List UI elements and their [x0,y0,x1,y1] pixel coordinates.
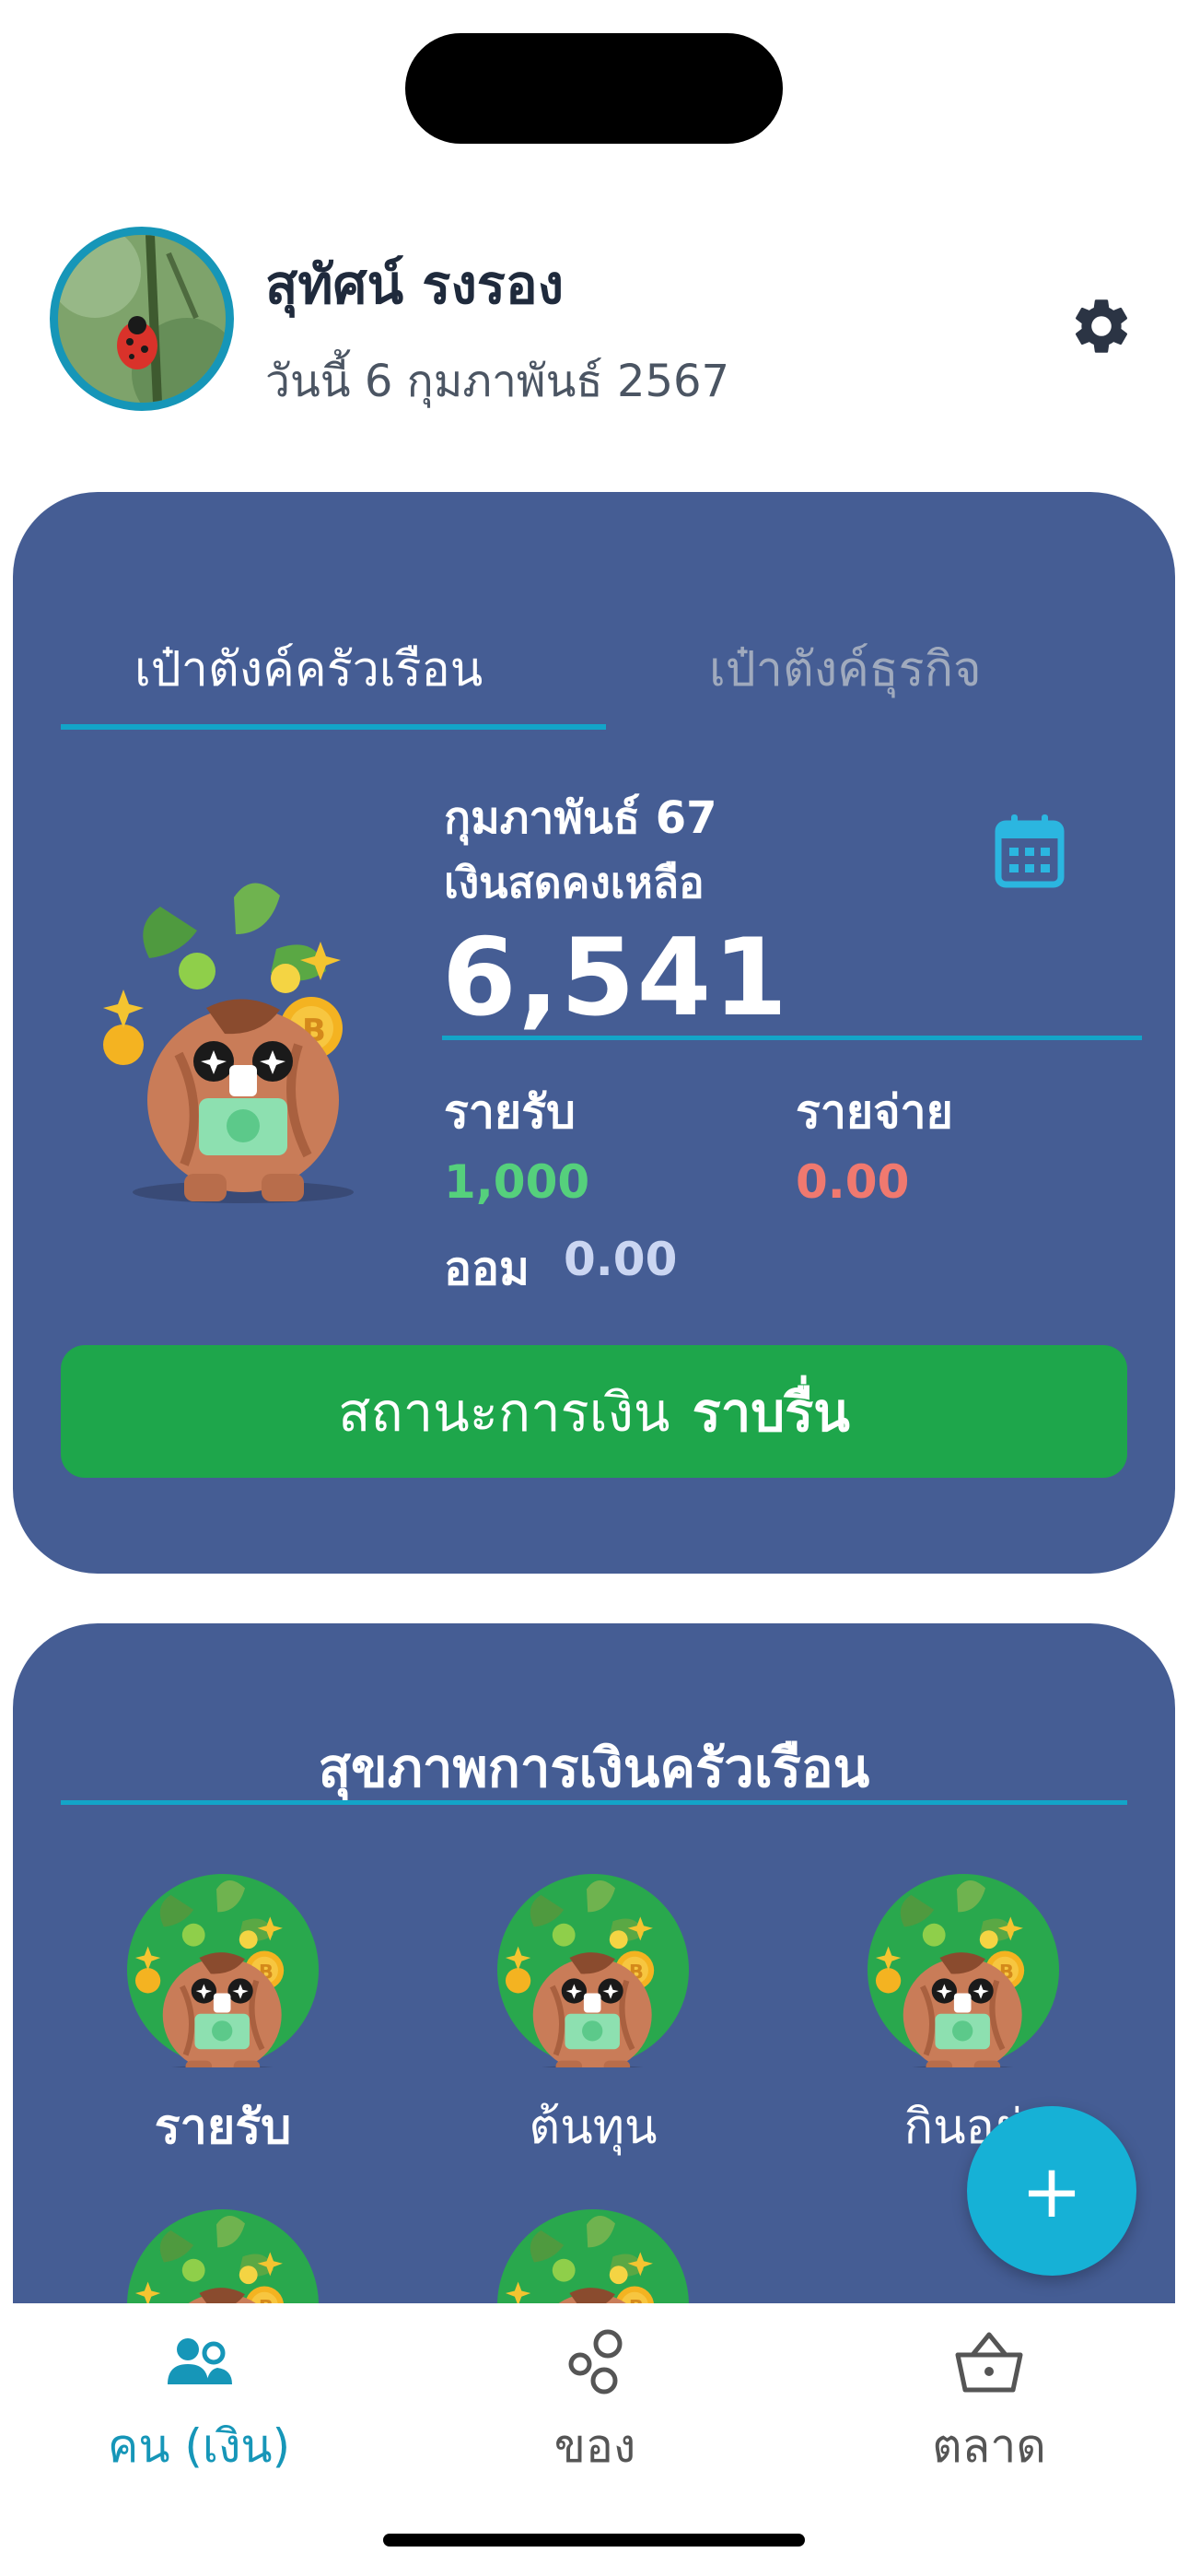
circles-icon [568,2329,623,2395]
income-value: 1,000 [444,1155,590,1209]
money-pot-mascot-icon [96,870,390,1220]
tab-business-wallet[interactable]: เป๋าตังค์ธุรกิจ [709,630,982,707]
health-label: ต้นทุน [529,2100,658,2155]
home-indicator [383,2534,805,2547]
expense-label: รายจ่าย [796,1085,953,1139]
status-prefix: สถานะการเงิน [338,1380,670,1444]
nav-item-goods[interactable]: ของ [457,2324,733,2483]
nav-item-market[interactable]: ตลาด [851,2324,1127,2483]
nav-item-people[interactable]: คน (เงิน) [61,2324,337,2483]
financial-status-button[interactable]: สถานะการเงิน ราบรื่น [61,1345,1127,1478]
nav-label: ตลาด [932,2419,1046,2473]
user-name: สุทัศน์ รงรอง [265,253,565,316]
nav-label: คน (เงิน) [107,2419,291,2473]
plus-icon: + [1020,2148,1083,2234]
calendar-icon[interactable] [995,813,1065,888]
health-title: สุขภาพการเงินครัวเรือน [318,1737,870,1799]
balance-label: เงินสดคงเหลือ [444,858,705,907]
health-item-income[interactable]: รายรับ [103,1872,343,2164]
gear-icon[interactable] [1068,293,1135,359]
income-label: รายรับ [444,1085,576,1139]
tab-active-indicator [61,724,606,730]
nav-label: ของ [553,2419,636,2473]
avatar[interactable] [50,227,234,411]
divider [442,1036,1142,1040]
health-label: รายรับ [154,2100,292,2155]
health-status-icon [497,1874,689,2067]
health-item-cost[interactable]: ต้นทุน [473,1872,713,2164]
savings-label: ออม [444,1242,530,1295]
wallet-card: เป๋าตังค์ครัวเรือน เป๋าตังค์ธุรกิจ กุมภา… [13,492,1175,1574]
tab-household-wallet[interactable]: เป๋าตังค์ครัวเรือน [134,630,483,707]
savings-value: 0.00 [564,1233,678,1286]
add-button[interactable]: + [967,2106,1136,2276]
health-status-icon [868,1874,1059,2067]
dynamic-island [405,33,783,144]
status-value: ราบรื่น [692,1380,850,1444]
people-icon [168,2338,232,2384]
expense-value: 0.00 [796,1155,910,1209]
balance-value: 6,541 [442,916,789,1040]
current-date: วันนี้ 6 กุมภาพันธ์ 2567 [265,356,730,407]
month-label: กุมภาพันธ์ 67 [444,792,717,844]
basket-icon [955,2332,1023,2393]
divider [61,1800,1127,1805]
health-status-icon [127,1874,319,2067]
